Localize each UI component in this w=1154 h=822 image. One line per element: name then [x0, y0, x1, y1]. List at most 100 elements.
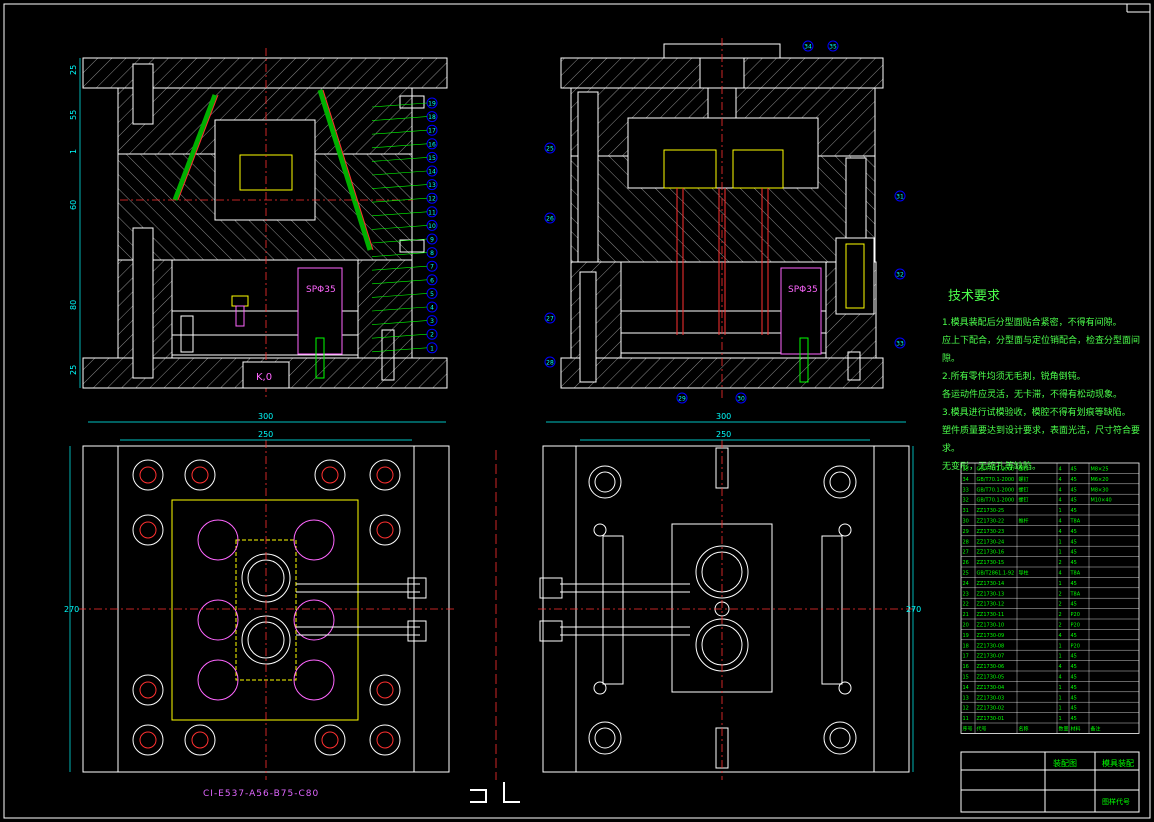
bom-cell: 45 — [1071, 487, 1077, 493]
fixed-half-plan-view: 300 250 270 — [538, 412, 921, 780]
callout-number: 2 — [430, 332, 434, 339]
bom-cell: 螺钉 — [1019, 476, 1029, 483]
bom-cell: 1 — [1059, 508, 1062, 514]
bom-cell: 27 — [963, 550, 969, 556]
bom-cell: 1 — [1059, 706, 1062, 712]
dim-height-right: 270 — [906, 605, 921, 614]
bom-cell: 4 — [1059, 529, 1062, 535]
bom-cell: T8A — [1070, 571, 1081, 577]
tech-note: 各运动件应灵活，无卡滞，不得有松动现象。 — [942, 390, 1123, 400]
bom-cell: 2 — [1059, 612, 1062, 618]
tech-note: 3.模具进行试模验收，模腔不得有划痕等缺陷。 — [942, 408, 1131, 418]
bom-cell: 1 — [1059, 695, 1062, 701]
bom-cell: ZZ1730-06 — [977, 664, 1005, 670]
dim-height-left: 270 — [64, 605, 79, 614]
bom-cell: GB/T70.1-2000 — [977, 477, 1015, 483]
bom-cell: 32 — [963, 498, 969, 504]
bom-cell: ZZ1730-01 — [977, 716, 1005, 722]
bom-cell: ZZ1730-04 — [977, 685, 1005, 691]
bom-cell: 19 — [963, 633, 969, 639]
bom-cell: 1 — [1059, 716, 1062, 722]
bom-cell: 1 — [1059, 581, 1062, 587]
bom-cell: 26 — [963, 560, 969, 566]
bom-cell: 45 — [1071, 498, 1077, 504]
bom-cell: 45 — [1071, 675, 1077, 681]
callout-number: 28 — [546, 360, 554, 367]
bom-cell: 4 — [1059, 633, 1062, 639]
bom-cell: 33 — [963, 487, 969, 493]
title-block-drawing: 模具装配 — [1102, 758, 1134, 768]
view-marker-left — [470, 789, 487, 803]
bom-cell: P20 — [1071, 612, 1080, 618]
callout-number: 33 — [896, 341, 904, 348]
bom-cell: ZZ1730-10 — [977, 623, 1005, 629]
callout-number: 35 — [829, 44, 837, 51]
callout-number: 6 — [430, 277, 434, 284]
bom-cell: 45 — [1071, 508, 1077, 514]
bom-cell: 30 — [963, 519, 969, 525]
view-marker-right — [503, 782, 520, 803]
technical-requirements-title: 技术要求 — [948, 289, 1001, 304]
bom-cell: 4 — [1059, 664, 1062, 670]
bom-cell: ZZ1730-24 — [977, 539, 1005, 545]
bom-cell: 16 — [963, 664, 969, 670]
bom-header-cell: 材料 — [1071, 726, 1081, 733]
dim-width-inner-right: 250 — [716, 430, 731, 439]
bom-cell: 45 — [1071, 602, 1077, 608]
bom-cell: ZZ1730-16 — [977, 550, 1005, 556]
bom-cell: 推杆 — [1019, 518, 1029, 525]
bom-cell: 1 — [1059, 550, 1062, 556]
bom-cell: ZZ1730-13 — [977, 591, 1005, 597]
callout-number: 25 — [546, 146, 554, 153]
bom-cell: 45 — [1071, 581, 1077, 587]
bom-cell: 螺钉 — [1019, 486, 1029, 493]
dim-vertical: 60 — [69, 200, 78, 210]
bom-cell: 4 — [1059, 519, 1062, 525]
bom-cell: 1 — [1059, 685, 1062, 691]
callout-number: 19 — [428, 101, 436, 108]
bom-cell: 2 — [1059, 602, 1062, 608]
bom-cell: M10×40 — [1091, 498, 1112, 504]
bom-cell: ZZ1730-25 — [977, 508, 1005, 514]
bom-cell: 45 — [1071, 664, 1077, 670]
bom-table: 35 GB/T70.1-2000 螺钉 4 45 M8×2534 GB/T70.1-2000… — [960, 462, 1140, 734]
callout-number: 29 — [678, 396, 686, 403]
bom-cell: M8×30 — [1091, 487, 1109, 493]
callout-number: 30 — [737, 396, 745, 403]
technical-requirements: 技术要求 1.模具装配后分型面贴合紧密，不得有间隙。 应上下配合，分型面与定位销… — [942, 288, 1142, 476]
bom-cell: 24 — [963, 581, 969, 587]
callout-number: 5 — [430, 291, 434, 298]
bom-cell: 14 — [963, 685, 969, 691]
callout-number: 11 — [428, 209, 436, 216]
callout-number: 14 — [428, 169, 436, 176]
callout-number: 4 — [430, 305, 434, 312]
callout-number: 26 — [546, 216, 554, 223]
bom-cell: T8A — [1070, 591, 1081, 597]
bom-cell: ZZ1730-12 — [977, 602, 1005, 608]
bom-cell: 13 — [963, 695, 969, 701]
callout-number: 18 — [428, 114, 436, 121]
bom-cell: GB/T70.1-2000 — [977, 487, 1015, 493]
bom-cell: 45 — [1071, 633, 1077, 639]
dim-vertical: 55 — [69, 110, 78, 120]
dim-width-outer-left: 300 — [258, 412, 273, 421]
callout-number: 17 — [428, 128, 436, 135]
moving-half-plan-view: 300 250 270 — [64, 412, 455, 780]
callout-number: 27 — [546, 316, 554, 323]
spring-label-front: SPΦ35 — [306, 285, 336, 295]
bom-cell: 29 — [963, 529, 969, 535]
bom-cell: ZZ1730-07 — [977, 654, 1005, 660]
bom-cell: ZZ1730-11 — [977, 612, 1005, 618]
bom-cell: 45 — [1071, 685, 1077, 691]
dim-vertical: 25 — [69, 365, 78, 375]
bom-cell: M6×20 — [1091, 477, 1109, 483]
bom-cell: 45 — [1071, 654, 1077, 660]
bom-cell: 45 — [1071, 529, 1077, 535]
bom-cell: 导柱 — [1019, 570, 1029, 577]
part-code: CI-E537-A56-B75-C80 — [203, 789, 320, 799]
bom-cell: ZZ1730-14 — [977, 581, 1005, 587]
bom-cell: ZZ1730-03 — [977, 695, 1005, 701]
bom-cell: 4 — [1059, 675, 1062, 681]
bom-cell: P20 — [1071, 623, 1080, 629]
bom-cell: 17 — [963, 654, 969, 660]
